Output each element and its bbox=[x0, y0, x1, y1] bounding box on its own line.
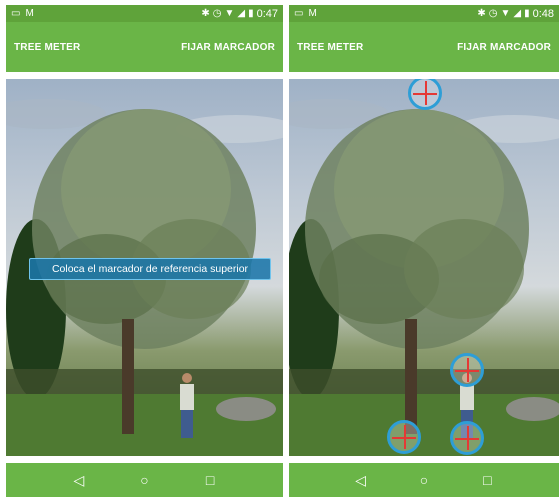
status-bar: ▭ M ✱ ◷ ▼ ◢ ▮ 0:48 bbox=[289, 5, 559, 22]
bluetooth-icon: ✱ bbox=[201, 7, 210, 19]
navigation-bar: ◁ ○ □ bbox=[289, 463, 559, 497]
signal-icon: ◢ bbox=[237, 7, 246, 19]
set-marker-button[interactable]: FIJAR MARCADOR bbox=[457, 42, 551, 53]
bluetooth-icon: ✱ bbox=[477, 7, 486, 19]
wifi-icon: ▼ bbox=[224, 7, 235, 19]
home-icon[interactable]: ○ bbox=[133, 469, 155, 491]
app-bar: TREE METER FIJAR MARCADOR bbox=[6, 22, 283, 72]
screens: ▭ M ✱ ◷ ▼ ◢ ▮ 0:47 TREE METER FIJAR MARC… bbox=[0, 0, 559, 497]
app-title: TREE METER bbox=[297, 41, 364, 53]
home-icon[interactable]: ○ bbox=[413, 469, 435, 491]
alarm-icon: ◷ bbox=[488, 7, 498, 19]
tree-base-marker[interactable] bbox=[387, 420, 421, 454]
tree-photo bbox=[289, 99, 559, 456]
status-time: 0:48 bbox=[532, 7, 554, 20]
battery-icon: ▮ bbox=[524, 7, 530, 19]
image-icon: ▭ bbox=[11, 7, 21, 19]
app-title: TREE METER bbox=[14, 41, 81, 53]
gmail-icon: M bbox=[308, 7, 317, 19]
recents-icon[interactable]: □ bbox=[199, 469, 221, 491]
status-time: 0:47 bbox=[256, 7, 278, 20]
navigation-bar: ◁ ○ □ bbox=[6, 463, 283, 497]
alarm-icon: ◷ bbox=[212, 7, 222, 19]
person-base-marker[interactable] bbox=[450, 421, 484, 455]
set-marker-button[interactable]: FIJAR MARCADOR bbox=[181, 42, 275, 53]
phone-screen-left: ▭ M ✱ ◷ ▼ ◢ ▮ 0:47 TREE METER FIJAR MARC… bbox=[6, 0, 283, 497]
battery-icon: ▮ bbox=[248, 7, 254, 19]
app-bar: TREE METER FIJAR MARCADOR bbox=[289, 22, 559, 72]
gmail-icon: M bbox=[25, 7, 34, 19]
back-icon[interactable]: ◁ bbox=[350, 469, 372, 491]
phone-screen-right: ▭ M ✱ ◷ ▼ ◢ ▮ 0:48 TREE METER FIJAR MARC… bbox=[289, 0, 559, 497]
image-icon: ▭ bbox=[294, 7, 304, 19]
camera-view[interactable] bbox=[289, 79, 559, 456]
person-top-marker[interactable] bbox=[450, 353, 484, 387]
signal-icon: ◢ bbox=[513, 7, 522, 19]
back-icon[interactable]: ◁ bbox=[68, 469, 90, 491]
wifi-icon: ▼ bbox=[500, 7, 511, 19]
reference-marker-hint: Coloca el marcador de referencia superio… bbox=[29, 258, 271, 280]
recents-icon[interactable]: □ bbox=[476, 469, 498, 491]
status-bar: ▭ M ✱ ◷ ▼ ◢ ▮ 0:47 bbox=[6, 5, 283, 22]
